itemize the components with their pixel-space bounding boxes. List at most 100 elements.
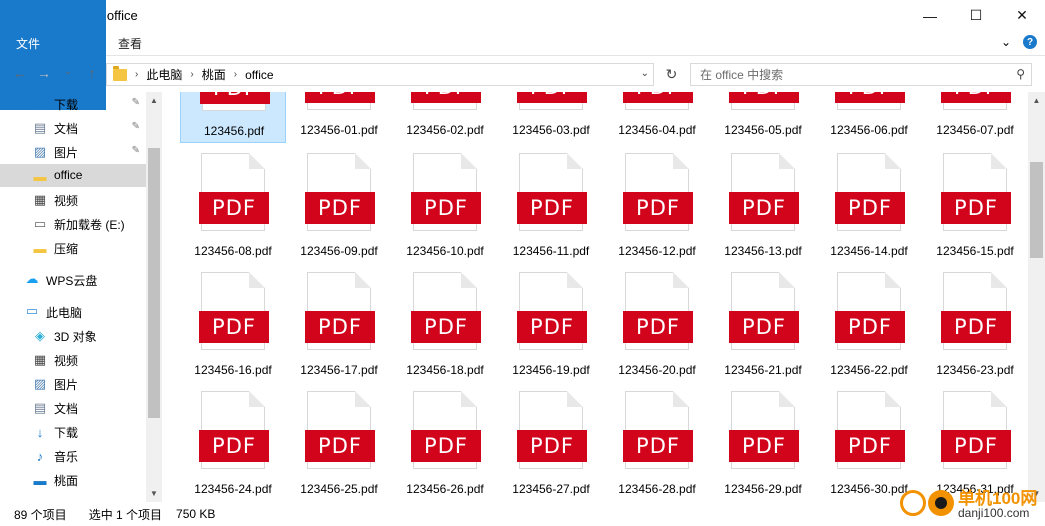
- file-item[interactable]: PDF 123456-22.pdf: [816, 248, 922, 377]
- ribbon-right-controls: ⌄ ?: [1001, 35, 1037, 49]
- expand-ribbon-icon[interactable]: ⌄: [1001, 35, 1011, 49]
- sidebar-item-label: 桃面: [54, 474, 79, 488]
- scroll-up-icon[interactable]: ▲: [1028, 96, 1045, 105]
- search-input[interactable]: 在 office 中搜索: [700, 66, 783, 83]
- address-bar[interactable]: › 此电脑 › 桃面 › office ⌄: [106, 63, 654, 86]
- breadcrumb-office[interactable]: office: [245, 68, 273, 82]
- file-item[interactable]: PDF123456-07.pdf: [922, 92, 1028, 137]
- sidebar-item-label: office: [54, 168, 83, 182]
- file-item[interactable]: PDF 123456-15.pdf: [922, 129, 1028, 258]
- sidebar-item[interactable]: ▨ 图片 ✎: [0, 140, 146, 163]
- address-dropdown-icon[interactable]: ⌄: [641, 68, 649, 79]
- file-item[interactable]: PDF 123456-19.pdf: [498, 248, 604, 377]
- forward-arrow-icon[interactable]: →: [34, 65, 54, 81]
- file-grid-scrollbar[interactable]: ▲ ▼: [1028, 92, 1045, 502]
- chevron-right-icon[interactable]: ›: [190, 69, 193, 80]
- breadcrumb-this-pc[interactable]: 此电脑: [146, 66, 182, 83]
- chevron-right-icon[interactable]: ›: [234, 69, 237, 80]
- pdf-file-icon: PDF: [623, 272, 693, 350]
- file-item[interactable]: PDF 123456-29.pdf: [710, 367, 816, 496]
- search-box[interactable]: 在 office 中搜索 ⚲: [690, 63, 1032, 86]
- pdf-file-icon: PDF: [623, 391, 693, 469]
- sidebar-item[interactable]: ▤ 文档: [0, 396, 146, 419]
- sidebar-item[interactable]: ↓ 下载: [0, 420, 146, 443]
- pdf-badge: PDF: [729, 92, 799, 103]
- watermark-logo: 单机100网 danji100.com: [896, 482, 1044, 524]
- file-item[interactable]: PDF 123456-30.pdf: [816, 367, 922, 496]
- file-item[interactable]: PDF 123456-18.pdf: [392, 248, 498, 377]
- pdf-badge: PDF: [941, 92, 1011, 103]
- file-item[interactable]: PDF 123456-28.pdf: [604, 367, 710, 496]
- title-bar: ▼ office — ☐ ✕: [0, 0, 1045, 31]
- pdf-badge: PDF: [305, 92, 375, 103]
- sidebar-item[interactable]: ◈ 3D 对象: [0, 324, 146, 347]
- pdf-file-icon: PDF: [517, 272, 587, 350]
- pdf-file-icon: PDF: [200, 92, 270, 111]
- sidebar-item[interactable]: ▬ 桃面: [0, 468, 146, 491]
- pdf-badge: PDF: [835, 430, 905, 462]
- scrollbar-thumb[interactable]: [148, 148, 160, 418]
- pdf-badge: PDF: [729, 430, 799, 462]
- file-item[interactable]: PDF 123456-17.pdf: [286, 248, 392, 377]
- pdf-badge: PDF: [941, 311, 1011, 343]
- pdf-file-icon: PDF: [835, 272, 905, 350]
- scrollbar-thumb[interactable]: [1030, 162, 1043, 258]
- folder-icon: ▬: [33, 240, 47, 256]
- sidebar-item[interactable]: ▬ 压缩: [0, 236, 146, 259]
- file-item[interactable]: PDF 123456-12.pdf: [604, 129, 710, 258]
- pdf-file-icon: PDF: [623, 153, 693, 231]
- file-item[interactable]: PDF 123456-31.pdf: [922, 367, 1028, 496]
- item-count: 89 个项目: [14, 507, 67, 522]
- file-item[interactable]: PDF 123456-23.pdf: [922, 248, 1028, 377]
- file-item[interactable]: PDF 123456-24.pdf: [180, 367, 286, 496]
- sidebar-item[interactable]: ▦ 视频: [0, 188, 146, 211]
- file-item[interactable]: PDF 123456-09.pdf: [286, 129, 392, 258]
- pdf-file-icon: PDF: [941, 391, 1011, 469]
- sidebar-item[interactable]: ▭ 此电脑: [0, 300, 146, 323]
- pdf-file-icon: PDF: [729, 391, 799, 469]
- file-item[interactable]: PDF 123456-10.pdf: [392, 129, 498, 258]
- sidebar-item-label: 视频: [54, 194, 79, 208]
- sidebar-item[interactable]: ▬ office: [0, 164, 146, 187]
- close-button[interactable]: ✕: [999, 0, 1045, 31]
- maximize-button[interactable]: ☐: [953, 0, 999, 31]
- sidebar-item[interactable]: ▨ 图片: [0, 372, 146, 395]
- scroll-down-icon[interactable]: ▼: [146, 489, 162, 498]
- sidebar-item[interactable]: ▭ 新加载卷 (E:): [0, 212, 146, 235]
- pdf-badge: PDF: [729, 192, 799, 224]
- breadcrumb-desktop[interactable]: 桃面: [202, 66, 226, 83]
- back-arrow-icon[interactable]: ←: [10, 65, 30, 81]
- tab-view[interactable]: 查看: [104, 31, 156, 56]
- minimize-button[interactable]: —: [907, 0, 953, 31]
- file-item[interactable]: PDF 123456-27.pdf: [498, 367, 604, 496]
- sidebar-item[interactable]: ▦ 视频: [0, 348, 146, 371]
- drive-icon: ▭: [33, 216, 47, 231]
- pdf-file-icon: PDF: [835, 391, 905, 469]
- sidebar-item[interactable]: ☁ WPS云盘: [0, 268, 146, 291]
- file-item[interactable]: PDF 123456-25.pdf: [286, 367, 392, 496]
- nav-scrollbar[interactable]: ▲ ▼: [146, 92, 162, 502]
- file-item[interactable]: PDF 123456-14.pdf: [816, 129, 922, 258]
- file-item[interactable]: PDF 123456-13.pdf: [710, 129, 816, 258]
- help-icon[interactable]: ?: [1023, 35, 1037, 49]
- file-item[interactable]: PDF 123456-26.pdf: [392, 367, 498, 496]
- pdf-badge: PDF: [199, 192, 269, 224]
- file-item[interactable]: PDF 123456-08.pdf: [180, 129, 286, 258]
- file-item[interactable]: PDF 123456-11.pdf: [498, 129, 604, 258]
- ribbon-tabs: 文件 主页 共享 查看 ⌄ ?: [0, 0, 1045, 110]
- sidebar-item[interactable]: ♪ 音乐: [0, 444, 146, 467]
- pdf-file-icon: PDF: [199, 272, 269, 350]
- refresh-icon[interactable]: ↻: [660, 63, 683, 86]
- video-icon: ▦: [33, 352, 47, 367]
- file-item[interactable]: PDF 123456-20.pdf: [604, 248, 710, 377]
- recent-locations-caret-icon[interactable]: ⌄: [58, 66, 78, 77]
- pdf-badge: PDF: [305, 192, 375, 224]
- pdf-file-icon: PDF: [199, 153, 269, 231]
- up-arrow-icon[interactable]: ↑: [82, 65, 102, 81]
- chevron-right-icon[interactable]: ›: [135, 69, 138, 80]
- sidebar-item[interactable]: ↓ 下载 ✎: [0, 92, 146, 115]
- scroll-up-icon[interactable]: ▲: [146, 96, 162, 105]
- file-item[interactable]: PDF 123456-21.pdf: [710, 248, 816, 377]
- file-item[interactable]: PDF 123456-16.pdf: [180, 248, 286, 377]
- sidebar-item[interactable]: ▤ 文档 ✎: [0, 116, 146, 139]
